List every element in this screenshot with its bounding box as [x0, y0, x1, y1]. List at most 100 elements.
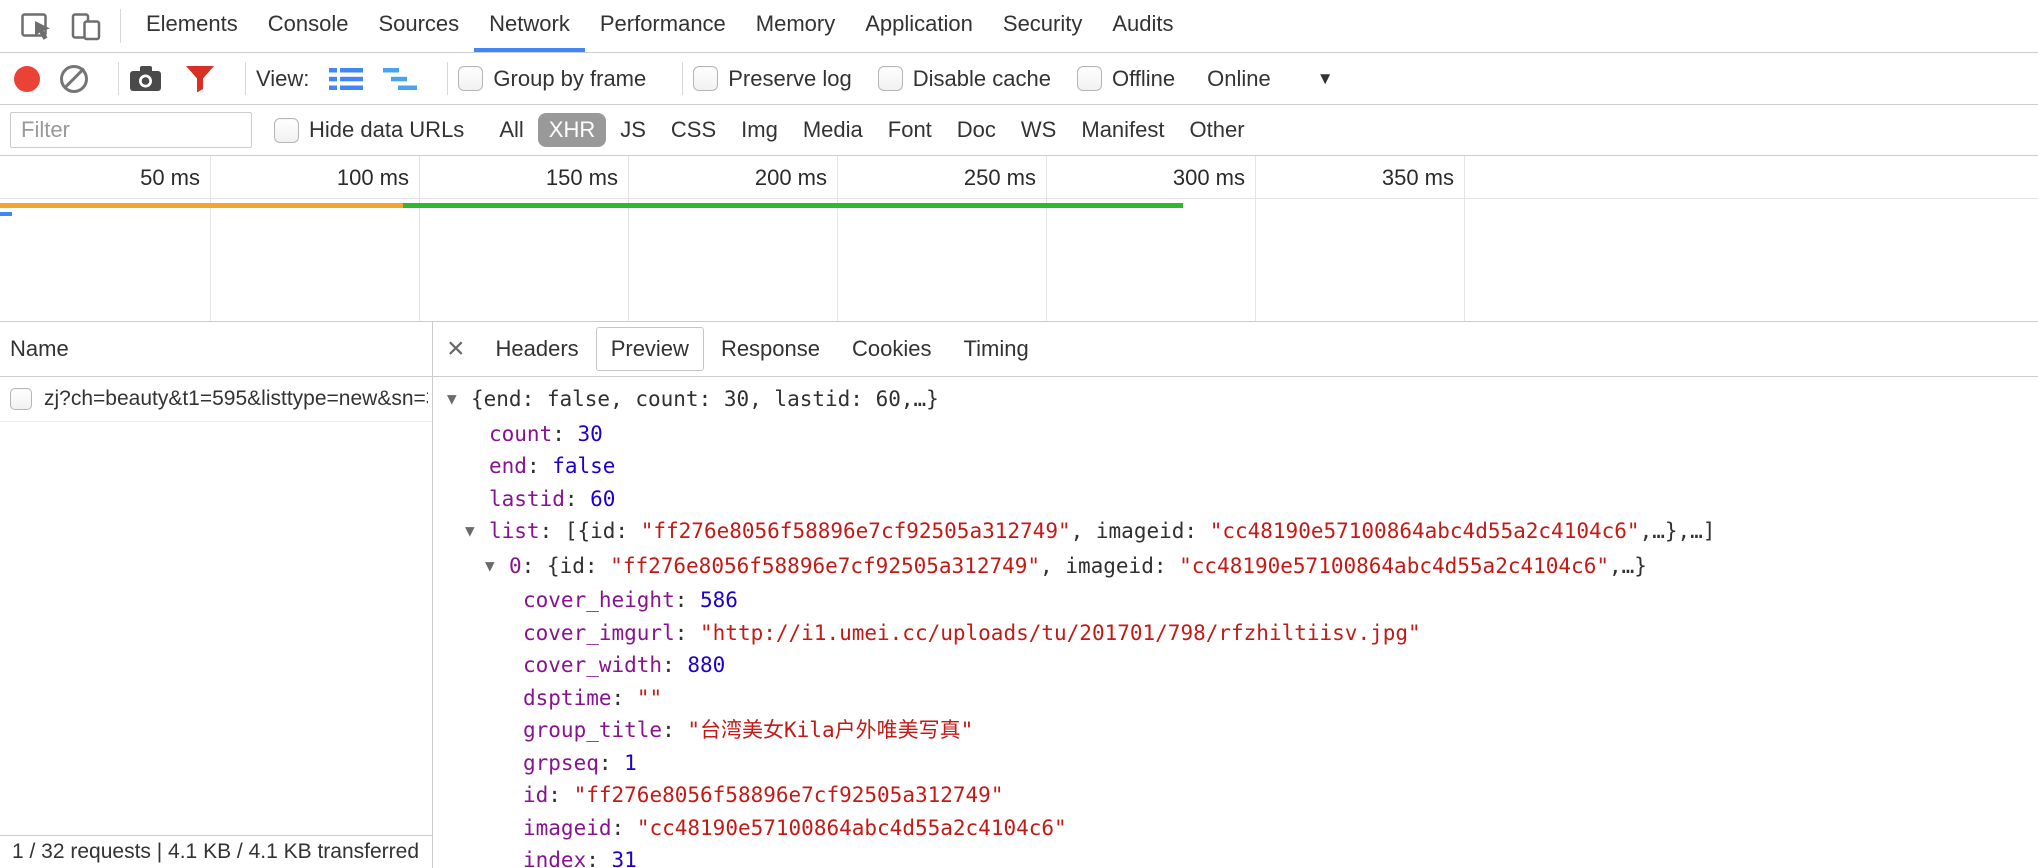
tab-network[interactable]: Network [474, 0, 585, 52]
preview-line[interactable]: ▼0: {id: "ff276e8056f58896e7cf92505a3127… [433, 550, 2038, 585]
token-key: list [489, 519, 540, 543]
list-view-icon [329, 66, 363, 92]
token-plain: : [552, 422, 577, 446]
name-column-header[interactable]: Name [0, 322, 432, 377]
network-toolbar: View: Group by frame Preserve log Disabl… [0, 53, 2038, 105]
filter-type-img[interactable]: Img [730, 113, 789, 147]
devtools-tabbar: ElementsConsoleSourcesNetworkPerformance… [0, 0, 2038, 53]
filter-type-doc[interactable]: Doc [946, 113, 1007, 147]
preview-line[interactable]: cover_height: 586 [433, 584, 2038, 617]
filter-type-js[interactable]: JS [609, 113, 657, 147]
disable-cache-checkbox[interactable] [878, 66, 903, 91]
preview-line[interactable]: cover_width: 880 [433, 649, 2038, 682]
preview-line[interactable]: index: 31 [433, 844, 2038, 868]
preview-line[interactable]: count: 30 [433, 418, 2038, 451]
token-num: 880 [687, 653, 725, 677]
preview-line[interactable]: grpseq: 1 [433, 747, 2038, 780]
token-num: 30 [578, 422, 603, 446]
tab-application[interactable]: Application [850, 0, 988, 52]
preview-line[interactable]: lastid: 60 [433, 483, 2038, 516]
record-button[interactable] [14, 66, 40, 92]
device-toolbar-button[interactable] [62, 0, 110, 52]
show-overview-toggle-button[interactable] [383, 66, 417, 92]
preview-line[interactable]: group_title: "台湾美女Kila户外唯美写真" [433, 714, 2038, 747]
clear-button[interactable] [60, 65, 88, 93]
separator [118, 62, 119, 95]
filter-type-media[interactable]: Media [792, 113, 874, 147]
requests-summary-bar: 1 / 32 requests | 4.1 KB / 4.1 KB transf… [0, 835, 432, 868]
separator [120, 9, 121, 43]
group-by-frame-label: Group by frame [493, 66, 646, 92]
filter-input[interactable] [10, 112, 252, 148]
token-str: "http://i1.umei.cc/uploads/tu/201701/798… [700, 621, 1421, 645]
request-panel: Name zj?ch=beauty&t1=595&listtype=new&sn… [0, 322, 433, 868]
token-str: "cc48190e57100864abc4d55a2c4104c6" [637, 816, 1067, 840]
tab-sources[interactable]: Sources [363, 0, 474, 52]
preview-line[interactable]: id: "ff276e8056f58896e7cf92505a312749" [433, 779, 2038, 812]
hide-data-urls-label: Hide data URLs [309, 117, 464, 143]
filter-type-other[interactable]: Other [1179, 113, 1256, 147]
large-rows-toggle-button[interactable] [329, 66, 363, 92]
timeline-bar-blue [0, 212, 12, 216]
group-by-frame-checkbox[interactable] [458, 66, 483, 91]
timeline-gridline [837, 156, 838, 321]
filter-type-css[interactable]: CSS [660, 113, 727, 147]
preserve-log-checkbox[interactable] [693, 66, 718, 91]
tab-performance[interactable]: Performance [585, 0, 741, 52]
token-plain: : [675, 621, 700, 645]
view-label: View: [256, 66, 309, 92]
device-toolbar-icon [71, 11, 101, 41]
panel-tabs: ElementsConsoleSourcesNetworkPerformance… [131, 0, 1189, 52]
separator [682, 62, 683, 95]
filter-toggle-button[interactable] [185, 65, 215, 93]
tab-console[interactable]: Console [253, 0, 364, 52]
expand-arrow-icon[interactable]: ▼ [465, 515, 489, 548]
token-plain: : [586, 848, 611, 868]
filter-type-xhr[interactable]: XHR [538, 113, 606, 147]
preview-line[interactable]: ▼list: [{id: "ff276e8056f58896e7cf92505a… [433, 515, 2038, 550]
preview-line[interactable]: dsptime: "" [433, 682, 2038, 715]
token-plain: , imageid: [1040, 554, 1179, 578]
camera-icon [129, 65, 165, 93]
token-key: count [489, 422, 552, 446]
request-checkbox[interactable] [10, 388, 32, 410]
expand-arrow-icon[interactable]: ▼ [485, 550, 509, 583]
token-num: 586 [700, 588, 738, 612]
detail-tab-timing[interactable]: Timing [949, 327, 1044, 371]
preview-tree: ▼{end: false, count: 30, lastid: 60,…}co… [433, 377, 2038, 868]
tab-audits[interactable]: Audits [1097, 0, 1188, 52]
preview-line[interactable]: end: false [433, 450, 2038, 483]
expand-arrow-icon[interactable]: ▼ [447, 383, 471, 416]
token-plain: : {id: [522, 554, 611, 578]
network-main: Name zj?ch=beauty&t1=595&listtype=new&sn… [0, 322, 2038, 868]
token-plain: : [675, 588, 700, 612]
filter-type-font[interactable]: Font [877, 113, 943, 147]
inspect-element-button[interactable] [12, 0, 62, 52]
timeline-tick-label: 250 ms [876, 165, 1036, 191]
close-icon[interactable]: × [447, 334, 465, 364]
timeline-overview[interactable]: 50 ms100 ms150 ms200 ms250 ms300 ms350 m… [0, 156, 2038, 322]
detail-tab-response[interactable]: Response [706, 327, 835, 371]
filter-type-all[interactable]: All [488, 113, 534, 147]
tab-security[interactable]: Security [988, 0, 1097, 52]
preview-line[interactable]: imageid: "cc48190e57100864abc4d55a2c4104… [433, 812, 2038, 845]
waterfall-icon [383, 66, 417, 92]
request-row[interactable]: zj?ch=beauty&t1=595&listtype=new&sn=30&l… [0, 377, 432, 422]
filter-type-manifest[interactable]: Manifest [1070, 113, 1175, 147]
preview-line[interactable]: ▼{end: false, count: 30, lastid: 60,…} [433, 383, 2038, 418]
filter-type-ws[interactable]: WS [1010, 113, 1067, 147]
detail-tab-preview[interactable]: Preview [596, 327, 704, 371]
preview-line[interactable]: cover_imgurl: "http://i1.umei.cc/uploads… [433, 617, 2038, 650]
tab-memory[interactable]: Memory [741, 0, 850, 52]
timeline-tick-label: 150 ms [458, 165, 618, 191]
tab-elements[interactable]: Elements [131, 0, 253, 52]
capture-screenshots-button[interactable] [129, 65, 165, 93]
throttling-select[interactable]: Online ▼ [1207, 66, 1333, 92]
detail-tab-headers[interactable]: Headers [481, 327, 594, 371]
record-icon [14, 66, 40, 92]
detail-tab-cookies[interactable]: Cookies [837, 327, 946, 371]
hide-data-urls-checkbox[interactable] [274, 118, 299, 143]
token-str: "台湾美女Kila户外唯美写真" [687, 718, 973, 742]
token-str: "cc48190e57100864abc4d55a2c4104c6" [1210, 519, 1640, 543]
offline-checkbox[interactable] [1077, 66, 1102, 91]
